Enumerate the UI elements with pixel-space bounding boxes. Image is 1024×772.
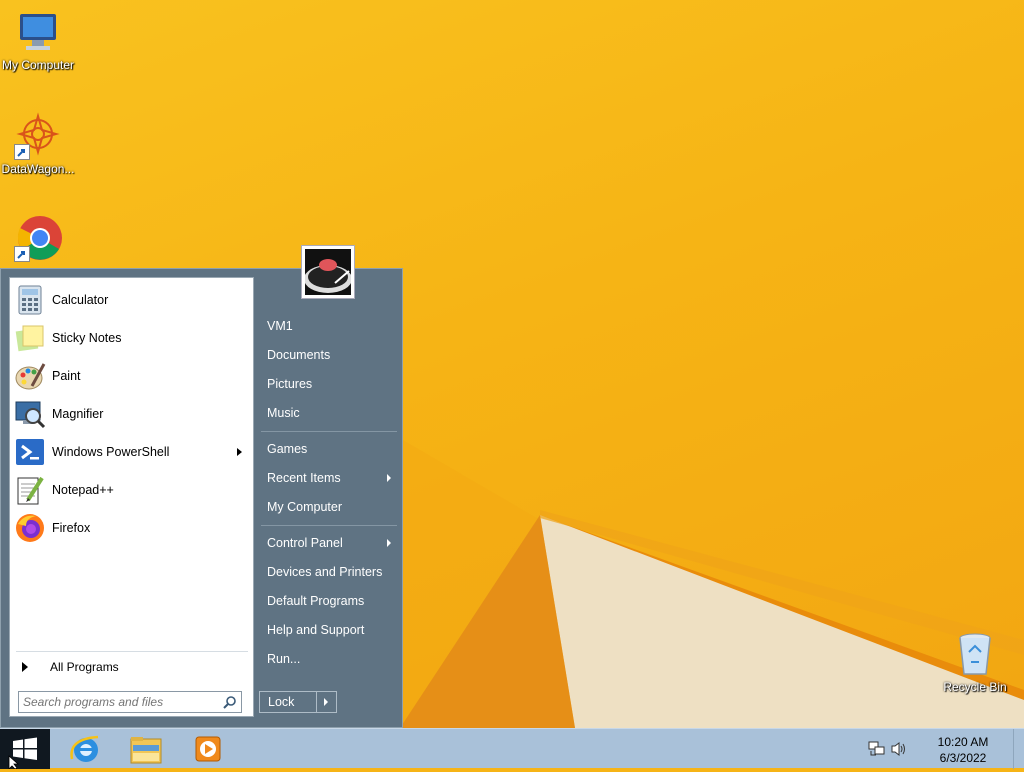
right-item-label: Default Programs <box>267 594 365 608</box>
start-menu-programs-pane: Calculator Sticky Notes Paint Magnifier <box>9 277 254 717</box>
lock-button-label: Lock <box>268 695 295 709</box>
desktop-icon-label: Recycle Bin <box>943 680 1007 694</box>
desktop-icon-label: DataWagon... <box>1 162 75 176</box>
program-item-label: Windows PowerShell <box>52 445 170 459</box>
right-item-games[interactable]: Games <box>260 436 398 462</box>
right-item-label: Control Panel <box>267 536 343 550</box>
desktop-icon-chrome[interactable] <box>0 214 76 262</box>
computer-icon <box>14 8 62 56</box>
right-item-label: Devices and Printers <box>267 565 383 579</box>
separator <box>16 651 248 652</box>
network-icon[interactable] <box>868 741 886 760</box>
sticky-notes-icon <box>14 322 46 354</box>
program-item-label: Notepad++ <box>52 483 114 497</box>
all-programs-label: All Programs <box>50 660 119 674</box>
desktop-icon-datawagon[interactable]: DataWagon... <box>0 112 76 176</box>
right-item-label: My Computer <box>267 500 343 514</box>
program-item-label: Magnifier <box>52 407 104 421</box>
submenu-arrow-icon[interactable] <box>237 448 242 456</box>
volume-icon[interactable] <box>890 741 908 760</box>
right-item-label: VM1 <box>267 319 293 333</box>
right-item-label: Pictures <box>267 377 313 391</box>
taskbar: 10:20 AM 6/3/2022 <box>0 728 1024 770</box>
file-explorer-icon <box>130 737 162 764</box>
windows-logo-icon <box>8 737 37 770</box>
program-item-label: Calculator <box>52 293 109 307</box>
magnifier-icon <box>14 398 46 430</box>
start-menu: Calculator Sticky Notes Paint Magnifier <box>0 245 403 728</box>
right-item-vm1[interactable]: VM1 <box>260 313 398 339</box>
user-picture[interactable] <box>301 245 355 299</box>
right-item-pictures[interactable]: Pictures <box>260 371 398 397</box>
start-button[interactable] <box>0 729 50 770</box>
right-item-label: Help and Support <box>267 623 365 637</box>
desktop-icon-my-computer[interactable]: My Computer <box>0 8 76 72</box>
taskbar-media-player[interactable] <box>183 731 231 767</box>
submenu-arrow-icon <box>387 539 391 547</box>
submenu-arrow-icon <box>387 474 391 482</box>
firefox-icon <box>14 512 46 544</box>
desktop-icon-label: My Computer <box>1 58 75 72</box>
right-item-documents[interactable]: Documents <box>260 342 398 368</box>
right-item-control-panel[interactable]: Control Panel <box>260 530 398 556</box>
shortcut-arrow-icon <box>14 144 30 160</box>
powershell-icon <box>14 436 46 468</box>
search-icon[interactable] <box>223 695 237 712</box>
internet-explorer-icon <box>70 735 99 762</box>
program-item-sticky-notes[interactable]: Sticky Notes <box>14 320 250 356</box>
separator <box>261 525 397 526</box>
record-player-icon <box>305 249 351 295</box>
program-item-label: Firefox <box>52 521 91 535</box>
clock-date: 6/3/2022 <box>939 751 987 765</box>
right-item-default-programs[interactable]: Default Programs <box>260 588 398 614</box>
desktop-icon-recycle-bin[interactable]: Recycle Bin <box>937 630 1013 694</box>
program-item-notepadpp[interactable]: Notepad++ <box>14 472 250 508</box>
right-item-label: Music <box>267 406 300 420</box>
right-item-music[interactable]: Music <box>260 400 398 426</box>
right-item-my-computer[interactable]: My Computer <box>260 494 398 520</box>
right-item-devices-and-printers[interactable]: Devices and Printers <box>260 559 398 585</box>
shutdown-options-button[interactable] <box>316 691 337 713</box>
media-player-icon <box>195 736 221 762</box>
shortcut-arrow-icon <box>14 246 30 262</box>
clock[interactable]: 10:20 AM 6/3/2022 <box>928 734 998 766</box>
program-item-magnifier[interactable]: Magnifier <box>14 396 250 432</box>
expand-arrow-icon <box>22 662 28 672</box>
program-item-calculator[interactable]: Calculator <box>14 282 250 318</box>
right-item-help-and-support[interactable]: Help and Support <box>260 617 398 643</box>
notepadpp-icon <box>14 474 46 506</box>
right-item-label: Games <box>267 442 308 456</box>
taskbar-file-explorer[interactable] <box>122 731 170 767</box>
program-item-windows-powershell[interactable]: Windows PowerShell <box>14 434 250 470</box>
show-desktop-button[interactable] <box>1013 729 1024 769</box>
program-item-label: Sticky Notes <box>52 331 122 345</box>
paint-icon <box>14 360 46 392</box>
right-item-label: Documents <box>267 348 331 362</box>
search-input[interactable] <box>19 692 217 712</box>
program-item-paint[interactable]: Paint <box>14 358 250 394</box>
datawagon-icon <box>14 112 62 160</box>
separator <box>261 431 397 432</box>
right-item-label: Recent Items <box>267 471 341 485</box>
lock-button[interactable]: Lock <box>259 691 317 713</box>
right-item-label: Run... <box>267 652 301 666</box>
all-programs-button[interactable]: All Programs <box>14 656 250 678</box>
calculator-icon <box>14 284 46 316</box>
chrome-icon <box>14 214 62 262</box>
program-item-firefox[interactable]: Firefox <box>14 510 250 546</box>
right-item-run[interactable]: Run... <box>260 646 398 672</box>
right-item-recent-items[interactable]: Recent Items <box>260 465 398 491</box>
search-box[interactable] <box>18 691 242 713</box>
clock-time: 10:20 AM <box>937 735 989 749</box>
recycle-bin-icon <box>951 630 999 678</box>
taskbar-internet-explorer[interactable] <box>62 731 110 767</box>
program-item-label: Paint <box>52 369 81 383</box>
